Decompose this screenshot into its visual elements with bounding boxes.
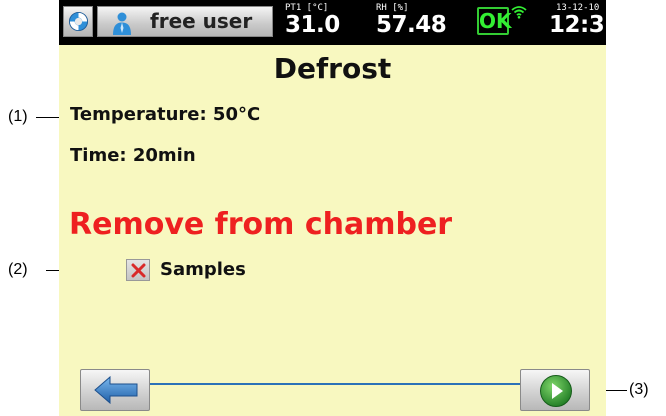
time-text: Time: 20min — [70, 145, 196, 166]
time-value: 12:32 — [549, 12, 606, 38]
wifi-icon — [511, 6, 527, 19]
pt1-readout: PT1 [°C] 31.0 — [285, 3, 340, 37]
arrow-left-icon — [94, 376, 138, 404]
page-title: Defrost — [273, 52, 392, 85]
rh-readout: RH [%] 57.48 — [376, 3, 447, 38]
temperature-text: Temperature: 50°C — [70, 104, 261, 125]
user-icon — [113, 12, 131, 35]
callout-1: (1) — [8, 108, 28, 125]
user-label: free user — [150, 9, 253, 33]
lifebuoy-icon — [68, 11, 89, 32]
navigation-line — [149, 383, 521, 385]
warning-message: Remove from chamber — [69, 207, 453, 242]
callout-2: (2) — [8, 261, 28, 278]
device-screen: free user PT1 [°C] 31.0 RH [%] 57.48 OK … — [59, 0, 606, 416]
samples-checkbox[interactable] — [126, 259, 150, 281]
back-button[interactable] — [80, 369, 150, 411]
user-button[interactable]: free user — [97, 6, 273, 37]
callout-3: (3) — [629, 381, 649, 398]
pt1-value: 31.0 — [285, 12, 340, 38]
next-button[interactable] — [520, 369, 590, 411]
rh-value: 57.48 — [376, 12, 447, 38]
play-icon — [540, 375, 572, 407]
status-bar: free user PT1 [°C] 31.0 RH [%] 57.48 OK … — [59, 0, 606, 45]
x-mark-icon — [131, 263, 146, 278]
samples-label: Samples — [160, 259, 246, 280]
status-ok-badge: OK — [477, 7, 512, 35]
help-button[interactable] — [63, 6, 93, 37]
